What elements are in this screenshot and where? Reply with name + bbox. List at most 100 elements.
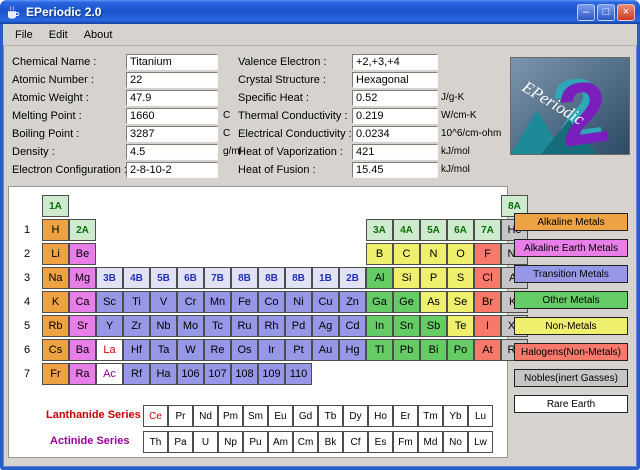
element-cell-Os[interactable]: Os (231, 339, 258, 361)
element-cell-109[interactable]: 109 (258, 363, 285, 385)
element-cell-Cs[interactable]: Cs (42, 339, 69, 361)
element-cell-Po[interactable]: Po (447, 339, 474, 361)
element-cell-H[interactable]: H (42, 219, 69, 241)
field-electrical-conductivity[interactable] (352, 126, 438, 142)
legend-non-metals[interactable]: Non-Metals (514, 317, 628, 335)
element-cell-Hf[interactable]: Hf (123, 339, 150, 361)
element-cell-Ca[interactable]: Ca (69, 291, 96, 313)
field-atomic-weight[interactable] (126, 90, 218, 106)
element-cell-U[interactable]: U (193, 431, 218, 453)
menu-about[interactable]: About (76, 27, 121, 43)
element-cell-Ha[interactable]: Ha (150, 363, 177, 385)
legend-halogens-non-metals[interactable]: Halogens(Non-Metals) (514, 343, 628, 361)
element-cell-Nb[interactable]: Nb (150, 315, 177, 337)
element-cell-Pt[interactable]: Pt (285, 339, 312, 361)
element-cell-Te[interactable]: Te (447, 315, 474, 337)
element-cell-W[interactable]: W (177, 339, 204, 361)
element-cell-Ba[interactable]: Ba (69, 339, 96, 361)
element-cell-Rb[interactable]: Rb (42, 315, 69, 337)
element-cell-Sr[interactable]: Sr (69, 315, 96, 337)
element-cell-Pm[interactable]: Pm (218, 405, 243, 427)
element-cell-Fe[interactable]: Fe (231, 291, 258, 313)
element-cell-Ta[interactable]: Ta (150, 339, 177, 361)
element-cell-Tb[interactable]: Tb (318, 405, 343, 427)
element-cell-Es[interactable]: Es (368, 431, 393, 453)
element-cell-Zr[interactable]: Zr (123, 315, 150, 337)
element-cell-At[interactable]: At (474, 339, 501, 361)
element-cell-Fm[interactable]: Fm (393, 431, 418, 453)
element-cell-106[interactable]: 106 (177, 363, 204, 385)
legend-nobles-inert-gasses[interactable]: Nobles(inert Gasses) (514, 369, 628, 387)
element-cell-Cu[interactable]: Cu (312, 291, 339, 313)
maximize-button[interactable]: □ (597, 3, 615, 21)
element-cell-Yb[interactable]: Yb (443, 405, 468, 427)
element-cell-Al[interactable]: Al (366, 267, 393, 289)
element-cell-I[interactable]: I (474, 315, 501, 337)
field-crystal-structure[interactable] (352, 72, 438, 88)
element-cell-Eu[interactable]: Eu (268, 405, 293, 427)
element-cell-Er[interactable]: Er (393, 405, 418, 427)
element-cell-Rh[interactable]: Rh (258, 315, 285, 337)
element-cell-Pd[interactable]: Pd (285, 315, 312, 337)
element-cell-Br[interactable]: Br (474, 291, 501, 313)
element-cell-Sn[interactable]: Sn (393, 315, 420, 337)
field-atomic-number[interactable] (126, 72, 218, 88)
field-specific-heat[interactable] (352, 90, 438, 106)
element-cell-Ce[interactable]: Ce (143, 405, 168, 427)
element-cell-Mn[interactable]: Mn (204, 291, 231, 313)
element-cell-Se[interactable]: Se (447, 291, 474, 313)
element-cell-Cf[interactable]: Cf (343, 431, 368, 453)
element-cell-Sc[interactable]: Sc (96, 291, 123, 313)
field-chemical-name[interactable] (126, 54, 218, 70)
element-cell-Cm[interactable]: Cm (293, 431, 318, 453)
legend-alkaline-metals[interactable]: Alkaline Metals (514, 213, 628, 231)
element-cell-Na[interactable]: Na (42, 267, 69, 289)
element-cell-Mg[interactable]: Mg (69, 267, 96, 289)
field-density[interactable] (126, 144, 218, 160)
element-cell-Mo[interactable]: Mo (177, 315, 204, 337)
element-cell-Li[interactable]: Li (42, 243, 69, 265)
element-cell-Cr[interactable]: Cr (177, 291, 204, 313)
menu-file[interactable]: File (7, 27, 41, 43)
element-cell-K[interactable]: K (42, 291, 69, 313)
field-thermal-conductivity[interactable] (352, 108, 438, 124)
element-cell-Am[interactable]: Am (268, 431, 293, 453)
element-cell-Be[interactable]: Be (69, 243, 96, 265)
element-cell-Nd[interactable]: Nd (193, 405, 218, 427)
close-button[interactable]: × (617, 3, 635, 21)
element-cell-S[interactable]: S (447, 267, 474, 289)
legend-other-metals[interactable]: Other Metals (514, 291, 628, 309)
element-cell-Co[interactable]: Co (258, 291, 285, 313)
element-cell-Ge[interactable]: Ge (393, 291, 420, 313)
element-cell-107[interactable]: 107 (204, 363, 231, 385)
element-cell-Th[interactable]: Th (143, 431, 168, 453)
element-cell-Pu[interactable]: Pu (243, 431, 268, 453)
element-cell-Ga[interactable]: Ga (366, 291, 393, 313)
element-cell-V[interactable]: V (150, 291, 177, 313)
field-boiling-point[interactable] (126, 126, 218, 142)
element-cell-P[interactable]: P (420, 267, 447, 289)
element-cell-In[interactable]: In (366, 315, 393, 337)
element-cell-Ac[interactable]: Ac (96, 363, 123, 385)
legend-rare-earth[interactable]: Rare Earth (514, 395, 628, 413)
menu-edit[interactable]: Edit (41, 27, 76, 43)
field-heat-of-fusion[interactable] (352, 162, 438, 178)
element-cell-Au[interactable]: Au (312, 339, 339, 361)
element-cell-F[interactable]: F (474, 243, 501, 265)
element-cell-N[interactable]: N (420, 243, 447, 265)
element-cell-Ni[interactable]: Ni (285, 291, 312, 313)
field-melting-point[interactable] (126, 108, 218, 124)
element-cell-Ag[interactable]: Ag (312, 315, 339, 337)
element-cell-Ra[interactable]: Ra (69, 363, 96, 385)
element-cell-B[interactable]: B (366, 243, 393, 265)
element-cell-No[interactable]: No (443, 431, 468, 453)
element-cell-108[interactable]: 108 (231, 363, 258, 385)
element-cell-Tm[interactable]: Tm (418, 405, 443, 427)
element-cell-Lw[interactable]: Lw (468, 431, 493, 453)
element-cell-110[interactable]: 110 (285, 363, 312, 385)
element-cell-Cl[interactable]: Cl (474, 267, 501, 289)
element-cell-C[interactable]: C (393, 243, 420, 265)
element-cell-O[interactable]: O (447, 243, 474, 265)
element-cell-Hg[interactable]: Hg (339, 339, 366, 361)
element-cell-Gd[interactable]: Gd (293, 405, 318, 427)
